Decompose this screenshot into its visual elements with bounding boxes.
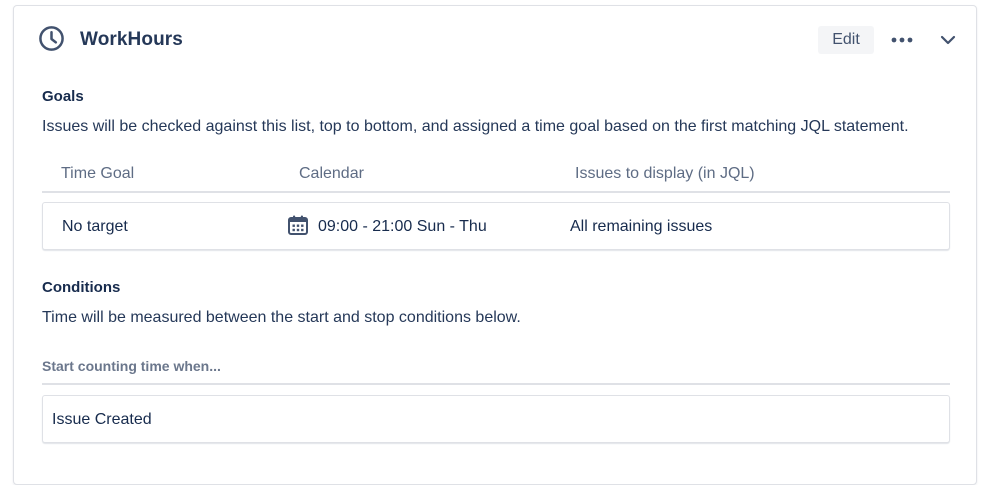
column-header-jql: Issues to display (in JQL) bbox=[575, 165, 755, 182]
goal-jql: All remaining issues bbox=[570, 218, 713, 235]
column-header-time-goal: Time Goal bbox=[61, 165, 135, 182]
clock-icon bbox=[39, 26, 64, 51]
goal-time-target: No target bbox=[62, 218, 128, 235]
table-header-divider bbox=[42, 191, 950, 193]
start-condition-divider bbox=[42, 383, 950, 385]
calendar-icon bbox=[288, 215, 308, 235]
sla-panel: WorkHours Edit Goals Issues will be chec… bbox=[13, 5, 977, 485]
goal-row[interactable]: No target 09:00 - 21:00 Sun - Thu All re… bbox=[42, 202, 950, 250]
conditions-description: Time will be measured between the start … bbox=[42, 309, 521, 326]
panel-header: WorkHours Edit bbox=[14, 6, 976, 72]
start-condition-label: Start counting time when... bbox=[42, 358, 221, 374]
column-header-calendar: Calendar bbox=[299, 165, 364, 182]
chevron-down-icon bbox=[940, 35, 956, 45]
conditions-heading: Conditions bbox=[42, 279, 121, 296]
more-actions-button[interactable] bbox=[888, 26, 916, 54]
edit-button[interactable]: Edit bbox=[818, 26, 874, 54]
start-condition-item[interactable]: Issue Created bbox=[42, 395, 950, 443]
goals-heading: Goals bbox=[42, 88, 84, 105]
goals-description: Issues will be checked against this list… bbox=[42, 118, 909, 135]
goal-calendar: 09:00 - 21:00 Sun - Thu bbox=[318, 218, 487, 235]
start-condition-text: Issue Created bbox=[52, 411, 152, 428]
more-horizontal-icon bbox=[891, 37, 913, 43]
collapse-button[interactable] bbox=[934, 26, 962, 54]
panel-title: WorkHours bbox=[80, 29, 183, 50]
